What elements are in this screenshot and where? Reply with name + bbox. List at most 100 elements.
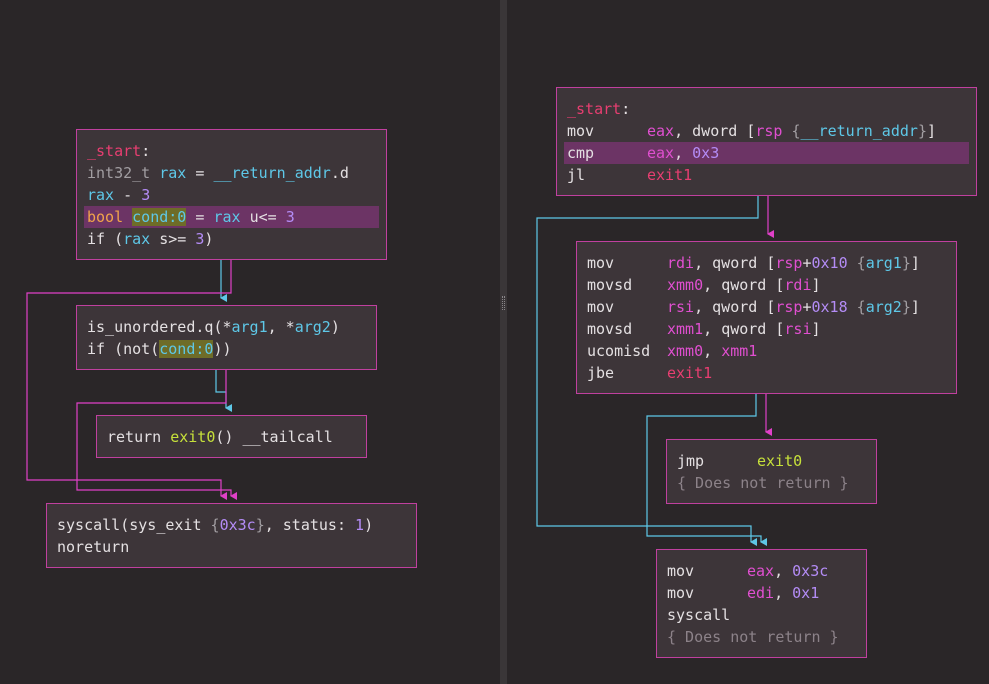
hlil-line-return[interactable]: return exit0() __tailcall [97, 426, 366, 448]
asm-block-exit1[interactable]: mov eax, 0x3c mov edi, 0x1 syscall { Does … [656, 549, 867, 658]
kw-not: not [123, 340, 151, 358]
func-is-unordered[interactable]: is_unordered.q [87, 318, 213, 336]
reg-rdi[interactable]: rdi [667, 254, 694, 272]
num-1: 1 [355, 516, 365, 534]
asm-line-mov-edi-1[interactable]: mov edi, 0x1 [657, 582, 866, 604]
asm-line-label[interactable]: _start: [557, 98, 976, 120]
mnemonic-mov: mov [587, 298, 615, 316]
reg-edi[interactable]: edi [747, 584, 774, 602]
mnemonic-movsd: movsd [587, 276, 633, 294]
hlil-line-noreturn[interactable]: noreturn [47, 536, 416, 558]
hlil-graph-pane[interactable]: _start: int32_t rax = __return_addr.d ra… [0, 0, 500, 684]
size-qword: qword [712, 298, 758, 316]
disassembly-graph-pane[interactable]: _start: mov eax, dword [rsp {__return_add… [507, 0, 989, 684]
hlil-line-cond-selected[interactable]: bool cond:0 = rax u<= 3 [84, 206, 379, 228]
num-3: 3 [195, 230, 205, 248]
func-exit0[interactable]: exit0 [170, 428, 215, 446]
var-cond-0[interactable]: cond:0 [132, 208, 187, 226]
asm-line-mov-rsi[interactable]: mov rsi, qword [rsp+0x18 {arg2}] [577, 296, 956, 318]
var-rax[interactable]: rax [159, 164, 186, 182]
hlil-line-if-not[interactable]: if (not(cond:0)) [77, 338, 376, 360]
reg-xmm0[interactable]: xmm0 [667, 342, 703, 360]
size-dword: dword [692, 122, 738, 140]
asm-line-mov-eax-3c[interactable]: mov eax, 0x3c [657, 560, 866, 582]
noreturn-annotation: { Does not return } [677, 474, 849, 492]
var-return-addr[interactable]: __return_addr [213, 164, 330, 182]
reg-rsp[interactable]: rsp [775, 298, 802, 316]
asm-line-jl[interactable]: jl exit1 [557, 164, 976, 186]
var-rax[interactable]: rax [213, 208, 240, 226]
hlil-node-unordered[interactable]: is_unordered.q(*arg1, *arg2) if (not(con… [76, 305, 377, 370]
var-rax[interactable]: rax [87, 186, 114, 204]
asm-line-cmp-selected[interactable]: cmp eax, 0x3 [564, 142, 969, 164]
size-qword: qword [721, 276, 767, 294]
splitter-grip-icon[interactable] [502, 296, 505, 310]
hlil-line-label[interactable]: _start: [77, 140, 386, 162]
var-arg1[interactable]: arg1 [232, 318, 268, 336]
hlil-line-assign-rax[interactable]: int32_t rax = __return_addr.d [77, 162, 386, 184]
target-exit1[interactable]: exit1 [647, 166, 692, 184]
asm-line-noreturn-note: { Does not return } [657, 626, 866, 648]
reg-rsi[interactable]: rsi [784, 320, 811, 338]
target-exit0[interactable]: exit0 [757, 452, 802, 470]
target-exit1[interactable]: exit1 [667, 364, 712, 382]
reg-rsp[interactable]: rsp [775, 254, 802, 272]
asm-line-mov-rdi[interactable]: mov rdi, qword [rsp+0x10 {arg1}] [577, 252, 956, 274]
hlil-node-tailcall[interactable]: return exit0() __tailcall [96, 415, 367, 458]
hlil-line-sub[interactable]: rax - 3 [77, 184, 386, 206]
var-rax[interactable]: rax [123, 230, 150, 248]
asm-line-movsd-xmm0[interactable]: movsd xmm0, qword [rdi] [577, 274, 956, 296]
reg-rsi[interactable]: rsi [667, 298, 694, 316]
hlil-line-if[interactable]: if (rax s>= 3) [77, 228, 386, 250]
mnemonic-mov: mov [567, 122, 595, 140]
mnemonic-syscall: syscall [667, 606, 731, 624]
label-start[interactable]: _start [567, 100, 621, 118]
label-start[interactable]: _start [87, 142, 141, 160]
kw-return: return [107, 428, 162, 446]
reg-eax[interactable]: eax [647, 122, 674, 140]
num-0x3c: 0x3c [792, 562, 829, 580]
asm-line-syscall[interactable]: syscall [657, 604, 866, 626]
asm-line-jmp[interactable]: jmp exit0 [667, 450, 876, 472]
func-syscall[interactable]: syscall [57, 516, 120, 534]
num-0x3c: 0x3c [219, 516, 256, 534]
noreturn-annotation: { Does not return } [667, 628, 839, 646]
mnemonic-cmp: cmp [567, 144, 595, 162]
asm-line-jbe[interactable]: jbe exit1 [577, 362, 956, 384]
asm-line-ucomisd[interactable]: ucomisd xmm0, xmm1 [577, 340, 956, 362]
var-arg2[interactable]: arg2 [866, 298, 902, 316]
size-qword: qword [721, 320, 767, 338]
hlil-line-syscall[interactable]: syscall(sys_exit {0x3c}, status: 1) [47, 514, 416, 536]
var-arg1[interactable]: arg1 [866, 254, 902, 272]
var-arg2[interactable]: arg2 [295, 318, 331, 336]
mnemonic-movsd: movsd [587, 320, 633, 338]
asm-line-mov-eax[interactable]: mov eax, dword [rsp {__return_addr}] [557, 120, 976, 142]
mnemonic-jmp: jmp [677, 452, 705, 470]
op-ule: u<= [249, 208, 277, 226]
asm-block-compare[interactable]: mov rdi, qword [rsp+0x10 {arg1}] movsd xmm… [576, 241, 957, 394]
mnemonic-jl: jl [567, 166, 586, 184]
asm-block-start[interactable]: _start: mov eax, dword [rsp {__return_add… [556, 87, 977, 196]
hlil-line-call[interactable]: is_unordered.q(*arg1, *arg2) [77, 316, 376, 338]
reg-rdi[interactable]: rdi [784, 276, 811, 294]
reg-xmm1[interactable]: xmm1 [721, 342, 757, 360]
mnemonic-ucomisd: ucomisd [587, 342, 651, 360]
mnemonic-mov: mov [667, 562, 695, 580]
reg-rsp[interactable]: rsp [755, 122, 782, 140]
mnemonic-jbe: jbe [587, 364, 615, 382]
reg-xmm1[interactable]: xmm1 [667, 320, 703, 338]
const-sys-exit[interactable]: sys_exit [129, 516, 201, 534]
var-cond-0[interactable]: cond:0 [159, 340, 214, 358]
param-status: status [282, 516, 337, 534]
reg-eax[interactable]: eax [647, 144, 674, 162]
reg-xmm0[interactable]: xmm0 [667, 276, 703, 294]
asm-block-jmp-exit0[interactable]: jmp exit0 { Does not return } [666, 439, 877, 504]
var-return-addr[interactable]: __return_addr [801, 122, 918, 140]
reg-eax[interactable]: eax [747, 562, 774, 580]
hlil-node-syscall[interactable]: syscall(sys_exit {0x3c}, status: 1) nore… [46, 503, 417, 568]
asm-line-movsd-xmm1[interactable]: movsd xmm1, qword [rsi] [577, 318, 956, 340]
hlil-node-start[interactable]: _start: int32_t rax = __return_addr.d ra… [76, 129, 387, 260]
size-qword: qword [712, 254, 758, 272]
pane-splitter[interactable] [500, 0, 507, 684]
kw-if: if [87, 230, 106, 248]
